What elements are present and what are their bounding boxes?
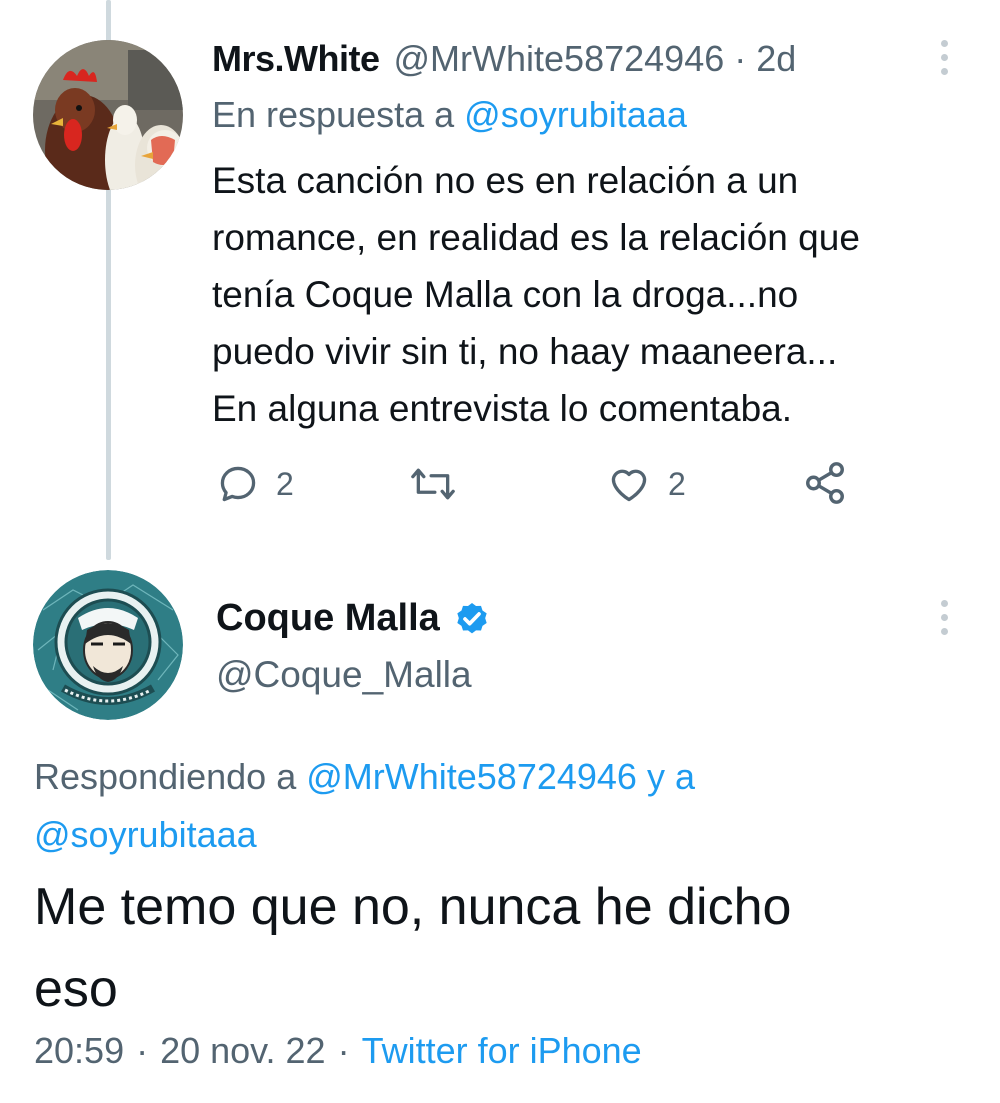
tweet1-header: Mrs.White @MrWhite58724946 · 2d bbox=[212, 34, 796, 84]
replying-to-block: Respondiendo a @MrWhite58724946 y a @soy… bbox=[34, 748, 934, 864]
mention-link[interactable]: @soyrubitaaa bbox=[34, 814, 257, 855]
retweet-icon bbox=[411, 468, 455, 500]
more-options-icon[interactable] bbox=[936, 600, 952, 635]
tweet-meta-line: 20:59 · 20 nov. 22 · Twitter for iPhone bbox=[34, 1030, 642, 1072]
tweet2-text: Me temo que no, nunca he dicho eso bbox=[34, 866, 964, 1030]
replying-prefix: En respuesta a bbox=[212, 94, 455, 135]
like-button[interactable]: 2 bbox=[606, 462, 686, 506]
replying-to-line: En respuesta a @soyrubitaaa bbox=[212, 94, 687, 136]
more-options-icon[interactable] bbox=[936, 40, 952, 75]
tweet-time[interactable]: 20:59 bbox=[34, 1030, 124, 1071]
separator-dot: · bbox=[337, 1030, 350, 1071]
author-handle[interactable]: @Coque_Malla bbox=[216, 654, 472, 696]
share-icon bbox=[806, 462, 844, 504]
tweet-text-line: eso bbox=[34, 960, 118, 1018]
mrs-white-avatar[interactable] bbox=[33, 40, 183, 190]
verified-badge-icon bbox=[452, 598, 492, 638]
author-handle[interactable]: @MrWhite58724946 bbox=[394, 38, 725, 80]
reply-button[interactable]: 2 bbox=[216, 462, 294, 506]
share-button[interactable] bbox=[802, 460, 848, 506]
tweet-text-line: puedo vivir sin ti, no haay maaneera... bbox=[212, 331, 838, 372]
tweet2-author-row: Coque Malla bbox=[216, 590, 492, 646]
tweet-text-line: romance, en realidad es la relación que bbox=[212, 217, 860, 258]
tweet1-action-bar: 2 2 bbox=[0, 456, 1000, 516]
author-name[interactable]: Mrs.White bbox=[212, 38, 380, 80]
tweet-text-line: Esta canción no es en relación a un bbox=[212, 160, 799, 201]
replying-prefix: Respondiendo a bbox=[34, 756, 297, 797]
mention-link[interactable]: @soyrubitaaa bbox=[464, 94, 687, 135]
replying-conjunction[interactable]: y a bbox=[647, 756, 695, 797]
coque-malla-avatar[interactable] bbox=[33, 570, 183, 720]
author-name[interactable]: Coque Malla bbox=[216, 597, 440, 640]
mention-link[interactable]: @MrWhite58724946 bbox=[306, 756, 637, 797]
like-count: 2 bbox=[668, 465, 686, 502]
tweet1-text: Esta canción no es en relación a un roma… bbox=[212, 152, 952, 437]
reply-icon bbox=[220, 466, 256, 502]
separator-dot: · bbox=[136, 1030, 149, 1071]
tweet-text-line: tenía Coque Malla con la droga...no bbox=[212, 274, 799, 315]
reply-count: 2 bbox=[276, 465, 294, 502]
tweet-text-line: Me temo que no, nunca he dicho bbox=[34, 878, 792, 936]
tweet-timestamp[interactable]: 2d bbox=[756, 38, 796, 80]
retweet-button[interactable] bbox=[408, 462, 458, 506]
separator-dot: · bbox=[734, 38, 747, 79]
tweet-date[interactable]: 20 nov. 22 bbox=[160, 1030, 325, 1071]
tweet-text-line: En alguna entrevista lo comentaba. bbox=[212, 388, 793, 429]
heart-icon bbox=[611, 469, 647, 502]
tweet-source-link[interactable]: Twitter for iPhone bbox=[362, 1030, 642, 1071]
